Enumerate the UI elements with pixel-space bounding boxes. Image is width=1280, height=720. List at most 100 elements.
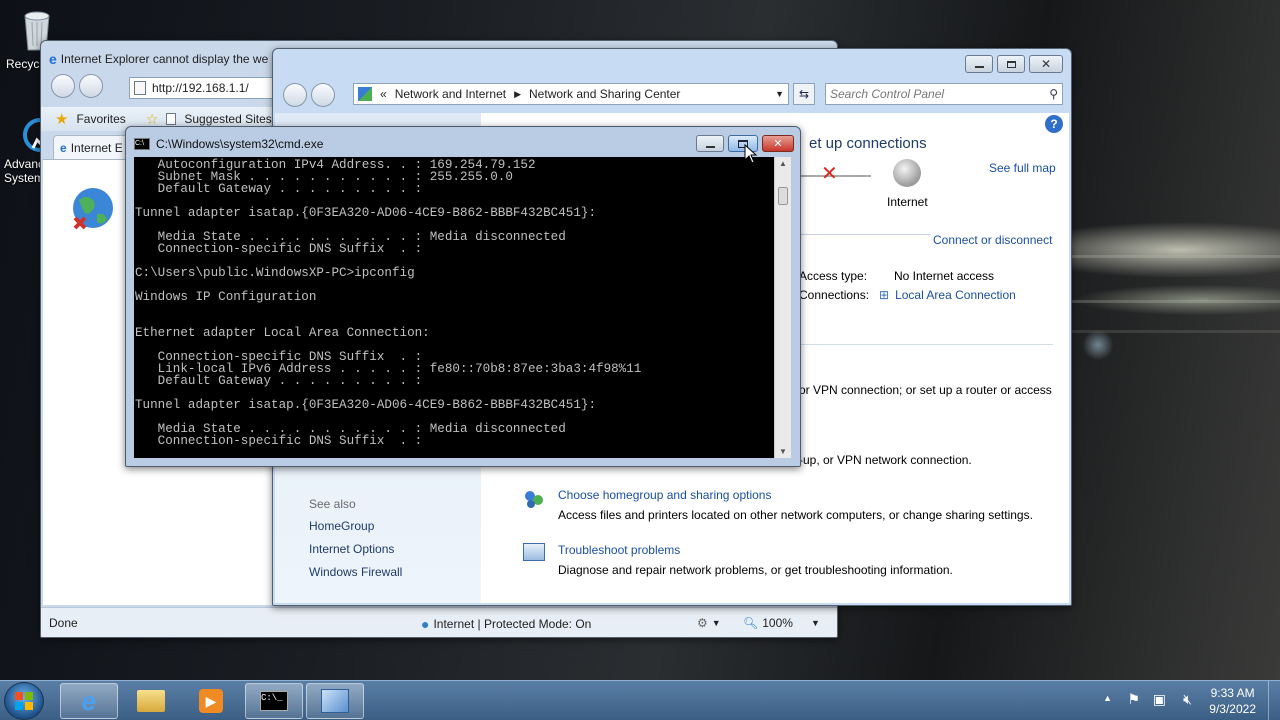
network-disconnected-icon[interactable]: ▣ (1153, 691, 1166, 708)
chevron-down-icon[interactable]: ▼ (775, 89, 784, 99)
ie-forward-button[interactable] (79, 74, 103, 98)
folder-icon (137, 690, 165, 712)
mouse-cursor-icon (744, 143, 758, 167)
cmd-icon: C:\_ (260, 691, 288, 711)
ie-title: e Internet Explorer cannot display the w… (49, 51, 268, 67)
desktop-icon-label: Advanced SystemCare (4, 157, 44, 185)
clock[interactable]: 9:33 AM 9/3/2022 (1209, 685, 1256, 717)
cp-back-button[interactable] (283, 83, 307, 107)
search-placeholder: Search Control Panel (830, 87, 945, 101)
console-line: Ethernet adapter Local Area Connection: (135, 326, 430, 340)
ie-tab-icon: e (60, 140, 67, 155)
setup-connection-desc: or VPN connection; or set up a router or… (799, 383, 1052, 397)
favorites-star-icon: ★ (55, 111, 69, 128)
close-button[interactable]: ✕ (1029, 55, 1063, 73)
ie-tab[interactable]: e Internet E (53, 135, 133, 159)
cmd-scrollbar[interactable]: ▲ ▼ (774, 157, 791, 458)
action-center-flag-icon[interactable]: ⚑ (1127, 691, 1140, 708)
minimize-icon (974, 66, 984, 68)
scroll-thumb[interactable] (778, 187, 788, 205)
restore-icon (1006, 60, 1016, 68)
maximize-button[interactable] (997, 55, 1025, 73)
breadcrumb-sharing-center[interactable]: Network and Sharing Center (529, 87, 680, 101)
help-icon[interactable]: ? (1045, 115, 1063, 133)
security-zone[interactable]: ● Internet | Protected Mode: On (421, 616, 591, 632)
homegroup-link[interactable]: HomeGroup (309, 519, 374, 533)
console-output[interactable]: Autoconfiguration IPv4 Address. . : 169.… (134, 157, 774, 458)
close-icon: ✕ (773, 138, 783, 150)
scroll-down-icon[interactable]: ▼ (775, 447, 791, 456)
connect-disconnect-link[interactable]: Connect or disconnect (933, 233, 1052, 247)
taskbar-media-player[interactable]: ▶ (182, 683, 240, 719)
internet-options-link[interactable]: Internet Options (309, 542, 394, 556)
cmd-close-button[interactable]: ✕ (762, 135, 794, 152)
cp-forward-button[interactable] (311, 83, 335, 107)
volume-muted-icon[interactable]: 🔇︎ (1183, 691, 1192, 708)
show-desktop-button[interactable] (1268, 681, 1280, 720)
taskbar-internet-explorer[interactable]: e (60, 683, 118, 719)
zone-dropdown[interactable]: ⚙ ▼ (697, 616, 721, 630)
ie-status-bar: Done ● Internet | Protected Mode: On ⚙ ▼… (41, 607, 837, 637)
console-line: Default Gateway . . . . . . . . . : (135, 182, 423, 196)
scroll-up-icon[interactable]: ▲ (775, 159, 791, 168)
start-button[interactable] (4, 682, 44, 720)
chevron-right-icon: ▶ (514, 88, 522, 99)
troubleshoot-icon (523, 543, 545, 561)
local-area-connection-link: Local Area Connection (895, 288, 1016, 302)
console-line: C:\Users\public.WindowsXP-PC>ipconfig (135, 266, 415, 280)
desktop-icon-label: Recycle Bin (6, 57, 44, 71)
suggested-sites-icon (166, 113, 177, 125)
search-input[interactable]: Search Control Panel ⚲ (825, 83, 1063, 105)
console-line: Tunnel adapter isatap.{0F3EA320-AD06-4CE… (135, 398, 597, 412)
console-line: Connection-specific DNS Suffix . : (135, 434, 423, 448)
cmd-window[interactable]: C:\ C:\Windows\system32\cmd.exe ✕ Autoco… (125, 126, 801, 467)
cp-breadcrumb[interactable]: « Network and Internet ▶ Network and Sha… (353, 83, 789, 105)
network-adapter-icon: ⊞ (879, 288, 890, 302)
ie-logo-icon: e (49, 51, 57, 67)
zoom-icon: 🔍︎ (743, 616, 759, 630)
console-line: Connection-specific DNS Suffix . : (135, 242, 423, 256)
access-type-label: Access type: (799, 269, 868, 283)
windows-firewall-link[interactable]: Windows Firewall (309, 565, 402, 579)
favorites-button[interactable]: Favorites (76, 112, 125, 126)
homegroup-icon (523, 489, 545, 512)
taskbar-cmd[interactable]: C:\_ (245, 683, 303, 719)
media-player-icon: ▶ (199, 689, 223, 713)
troubleshoot-desc: Diagnose and repair network problems, or… (558, 563, 953, 577)
connection-link[interactable]: ⊞ Local Area Connection (879, 288, 1016, 302)
windows-logo-icon (15, 692, 33, 710)
see-also-heading: See also (309, 497, 356, 511)
ie-address-text: http://192.168.1.1/ (152, 81, 249, 95)
search-icon: ⚲ (1049, 87, 1058, 101)
console-line: Default Gateway . . . . . . . . . : (135, 374, 423, 388)
suggested-sites-link[interactable]: Suggested Sites (184, 112, 271, 126)
connections-label: Connections: (799, 288, 870, 302)
network-error-globe-icon (69, 186, 117, 239)
disconnected-x-icon: ✕ (821, 163, 838, 185)
refresh-button[interactable]: ⇆ (793, 83, 815, 105)
control-panel-icon (358, 87, 372, 101)
chevron-down-icon: ▼ (711, 618, 721, 628)
troubleshoot-link[interactable]: Troubleshoot problems (558, 543, 680, 557)
see-full-map-link[interactable]: See full map (989, 161, 1056, 175)
breadcrumb-overflow-icon[interactable]: « (380, 87, 387, 101)
ie-back-button[interactable] (51, 74, 75, 98)
clock-time: 9:33 AM (1210, 686, 1255, 700)
zoom-control[interactable]: 🔍︎ 100% ▼ (743, 616, 820, 630)
page-title: et up connections (809, 135, 927, 152)
taskbar-explorer[interactable] (122, 683, 180, 719)
show-hidden-icons[interactable]: ▲ (1103, 693, 1112, 703)
zone-text: Internet | Protected Mode: On (433, 617, 592, 631)
internet-globe-icon (893, 159, 921, 187)
internet-label: Internet (887, 195, 928, 209)
cmd-minimize-button[interactable] (696, 135, 724, 152)
breadcrumb-network-internet[interactable]: Network and Internet (395, 87, 506, 101)
cmd-icon: C:\ (134, 138, 150, 150)
minimize-icon (705, 145, 715, 148)
minimize-button[interactable] (965, 55, 993, 73)
connect-network-desc: -up, or VPN network connection. (799, 453, 972, 467)
add-favorite-icon[interactable]: ☆ (146, 111, 159, 128)
taskbar-control-panel[interactable] (306, 683, 364, 719)
homegroup-sharing-link[interactable]: Choose homegroup and sharing options (558, 488, 771, 502)
